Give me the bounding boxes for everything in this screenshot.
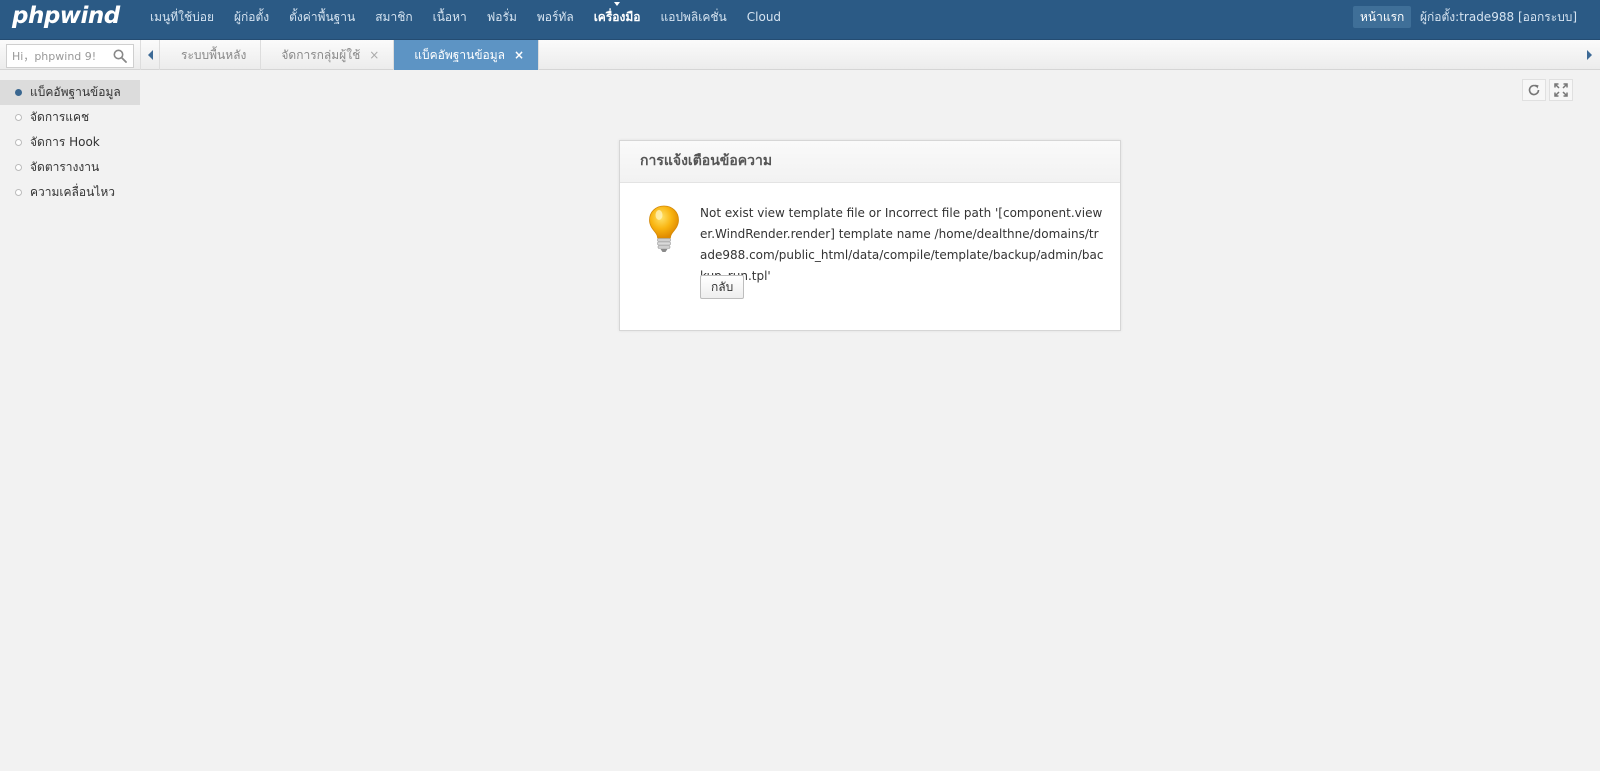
sidebar: แบ็คอัพฐานข้อมูล จัดการแคช จัดการ Hook จ… (0, 80, 140, 205)
nav-item-content[interactable]: เนื้อหา (423, 0, 477, 34)
error-message: Not exist view template file or Incorrec… (700, 206, 1104, 283)
nav-item-forum[interactable]: ฟอรั่ม (477, 0, 527, 34)
bullet-icon (15, 114, 22, 121)
nav-item-common-menu[interactable]: เมนูที่ใช้บ่อย (140, 0, 224, 34)
tab-scroll-left-button[interactable] (140, 40, 160, 70)
admin-username: ผู้ก่อตั้ง:trade988 (1420, 10, 1515, 24)
sidebar-item-label: แบ็คอัพฐานข้อมูล (30, 85, 121, 99)
nav-item-members[interactable]: สมาชิก (365, 0, 422, 34)
sidebar-item-activity[interactable]: ความเคลื่อนไหว (0, 180, 140, 205)
sidebar-item-label: จัดการแคช (30, 110, 90, 124)
lightbulb-icon (649, 205, 679, 252)
refresh-button[interactable] (1522, 79, 1546, 101)
nav-item-portal[interactable]: พอร์ทัล (527, 0, 584, 34)
sidebar-item-label: ความเคลื่อนไหว (30, 185, 115, 199)
nav-item-basic-settings[interactable]: ตั้งค่าพื้นฐาน (279, 0, 365, 34)
sidebar-item-label: จัดการ Hook (30, 135, 100, 149)
tab-label: จัดการกลุ่มผู้ใช้ (281, 48, 361, 62)
close-icon[interactable]: × (369, 40, 379, 70)
nav-item-cloud[interactable]: Cloud (737, 0, 791, 34)
bullet-icon (15, 189, 22, 196)
admin-info: ผู้ก่อตั้ง:trade988 [ออกระบบ] (1420, 0, 1577, 34)
sidebar-item-cache[interactable]: จัดการแคช (0, 105, 140, 130)
tab-bar: ระบบพื้นหลัง จัดการกลุ่มผู้ใช้ × แบ็คอัพฐ… (0, 40, 1600, 70)
sidebar-item-hook[interactable]: จัดการ Hook (0, 130, 140, 155)
search-icon[interactable] (113, 49, 127, 63)
sidebar-item-schedule[interactable]: จัดตารางงาน (0, 155, 140, 180)
tab-label: แบ็คอัพฐานข้อมูล (414, 48, 506, 62)
bullet-icon (15, 139, 22, 146)
message-dialog: การแจ้งเตือนข้อความ Not exist view templ… (619, 140, 1121, 331)
phpwind-logo[interactable]: phpwind (12, 1, 120, 35)
tab-list: ระบบพื้นหลัง จัดการกลุ่มผู้ใช้ × แบ็คอัพฐ… (161, 40, 540, 70)
sidebar-item-database-backup[interactable]: แบ็คอัพฐานข้อมูล (0, 80, 140, 105)
fullscreen-icon (1554, 83, 1568, 97)
tab-user-groups[interactable]: จัดการกลุ่มผู้ใช้ × (261, 40, 395, 70)
bullet-icon (15, 164, 22, 171)
dialog-title: การแจ้งเตือนข้อความ (620, 141, 1120, 183)
tab-database-backup[interactable]: แบ็คอัพฐานข้อมูล × (394, 40, 540, 70)
nav-item-applications[interactable]: แอปพลิเคชั่น (650, 0, 736, 34)
tab-scroll-right-button[interactable] (1580, 40, 1600, 70)
home-button[interactable]: หน้าแรก (1353, 6, 1412, 28)
bullet-icon (15, 89, 22, 96)
search-box (6, 44, 134, 68)
nav-item-founder[interactable]: ผู้ก่อตั้ง (224, 0, 279, 34)
tab-label: ระบบพื้นหลัง (181, 48, 247, 62)
search-input[interactable] (7, 45, 107, 67)
sidebar-item-label: จัดตารางงาน (30, 160, 100, 174)
fullscreen-button[interactable] (1549, 79, 1573, 101)
tab-backend-system[interactable]: ระบบพื้นหลัง (161, 40, 262, 70)
back-button[interactable]: กลับ (700, 275, 745, 299)
nav-item-tools[interactable]: เครื่องมือ (584, 0, 651, 34)
main-nav: เมนูที่ใช้บ่อย ผู้ก่อตั้ง ตั้งค่าพื้นฐาน… (140, 0, 791, 34)
top-header: phpwind เมนูที่ใช้บ่อย ผู้ก่อตั้ง ตั้งค่… (0, 0, 1600, 40)
close-icon[interactable]: × (514, 40, 524, 70)
refresh-icon (1528, 84, 1540, 96)
logout-link[interactable]: [ออกระบบ] (1518, 10, 1577, 24)
